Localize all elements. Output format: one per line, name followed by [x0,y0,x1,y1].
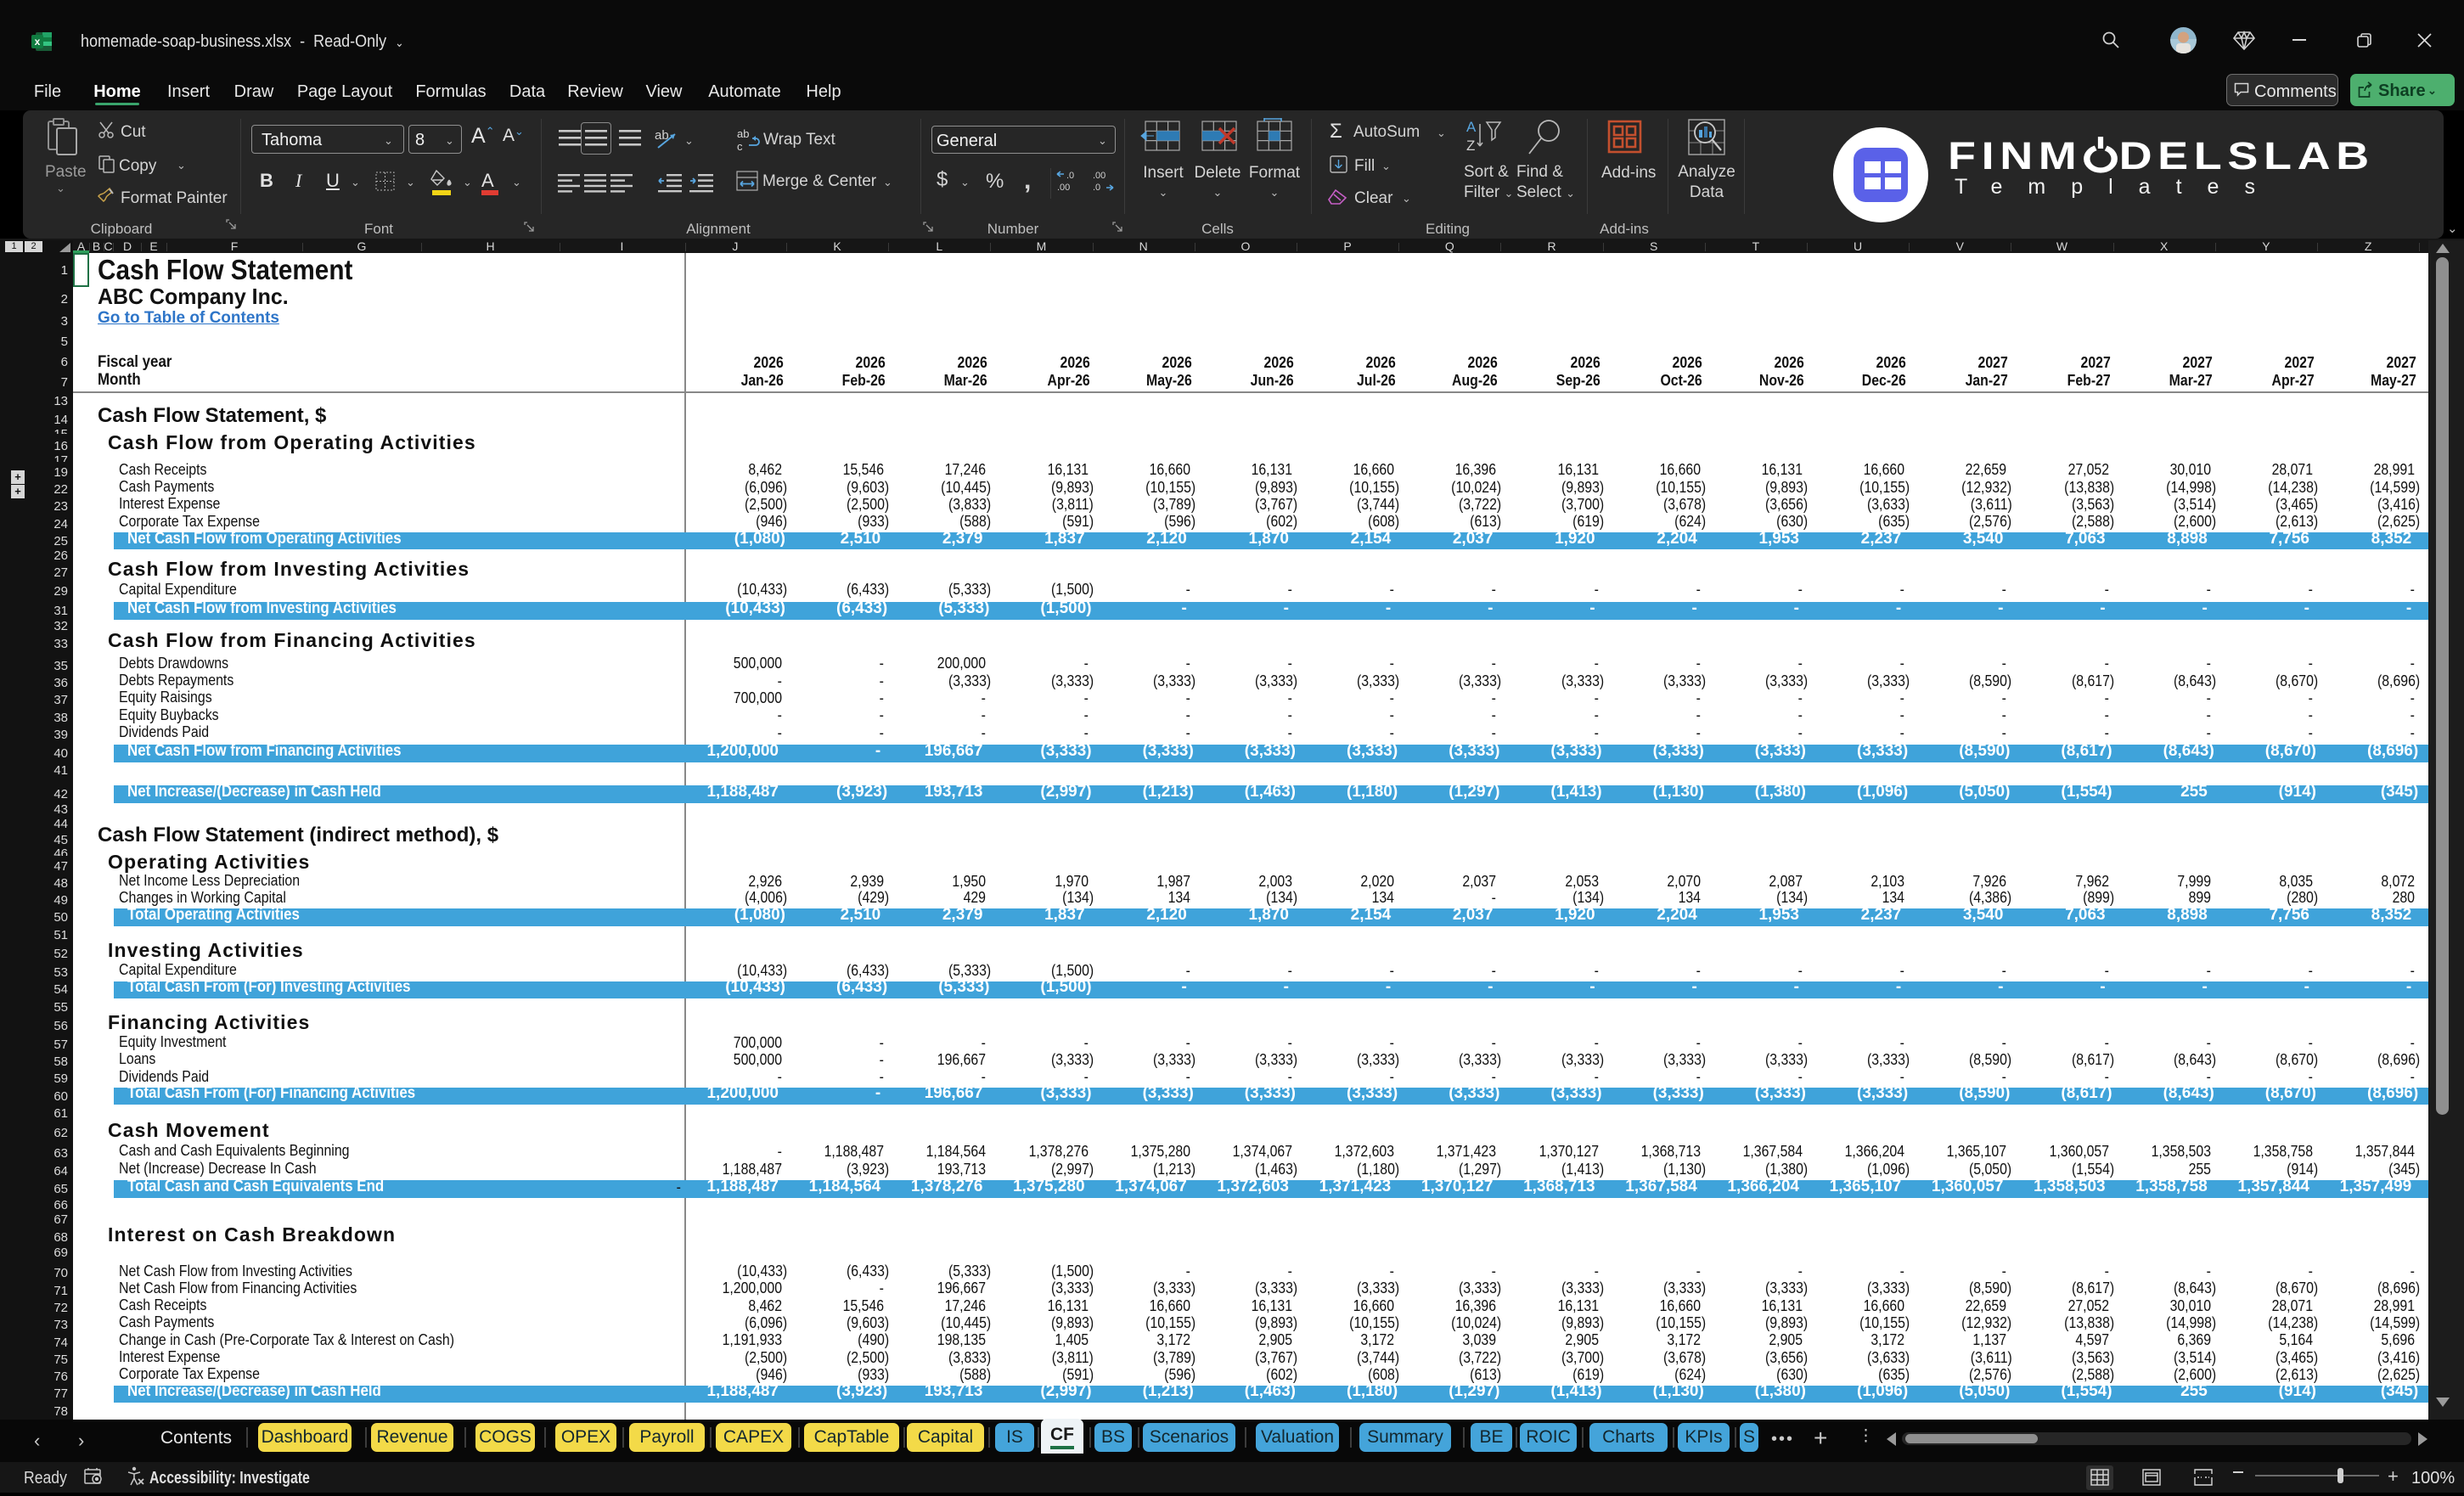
svg-text:.00: .00 [1057,183,1070,192]
svg-text:c: c [737,140,743,151]
svg-text:.0: .0 [1093,183,1100,192]
svg-text:ab: ab [737,127,749,140]
svg-text:x: x [35,36,41,48]
svg-text:A: A [1466,119,1477,135]
svg-text:.00: .00 [1093,171,1105,181]
svg-text:Z: Z [1466,138,1475,154]
svg-text:.0: .0 [1066,171,1074,181]
